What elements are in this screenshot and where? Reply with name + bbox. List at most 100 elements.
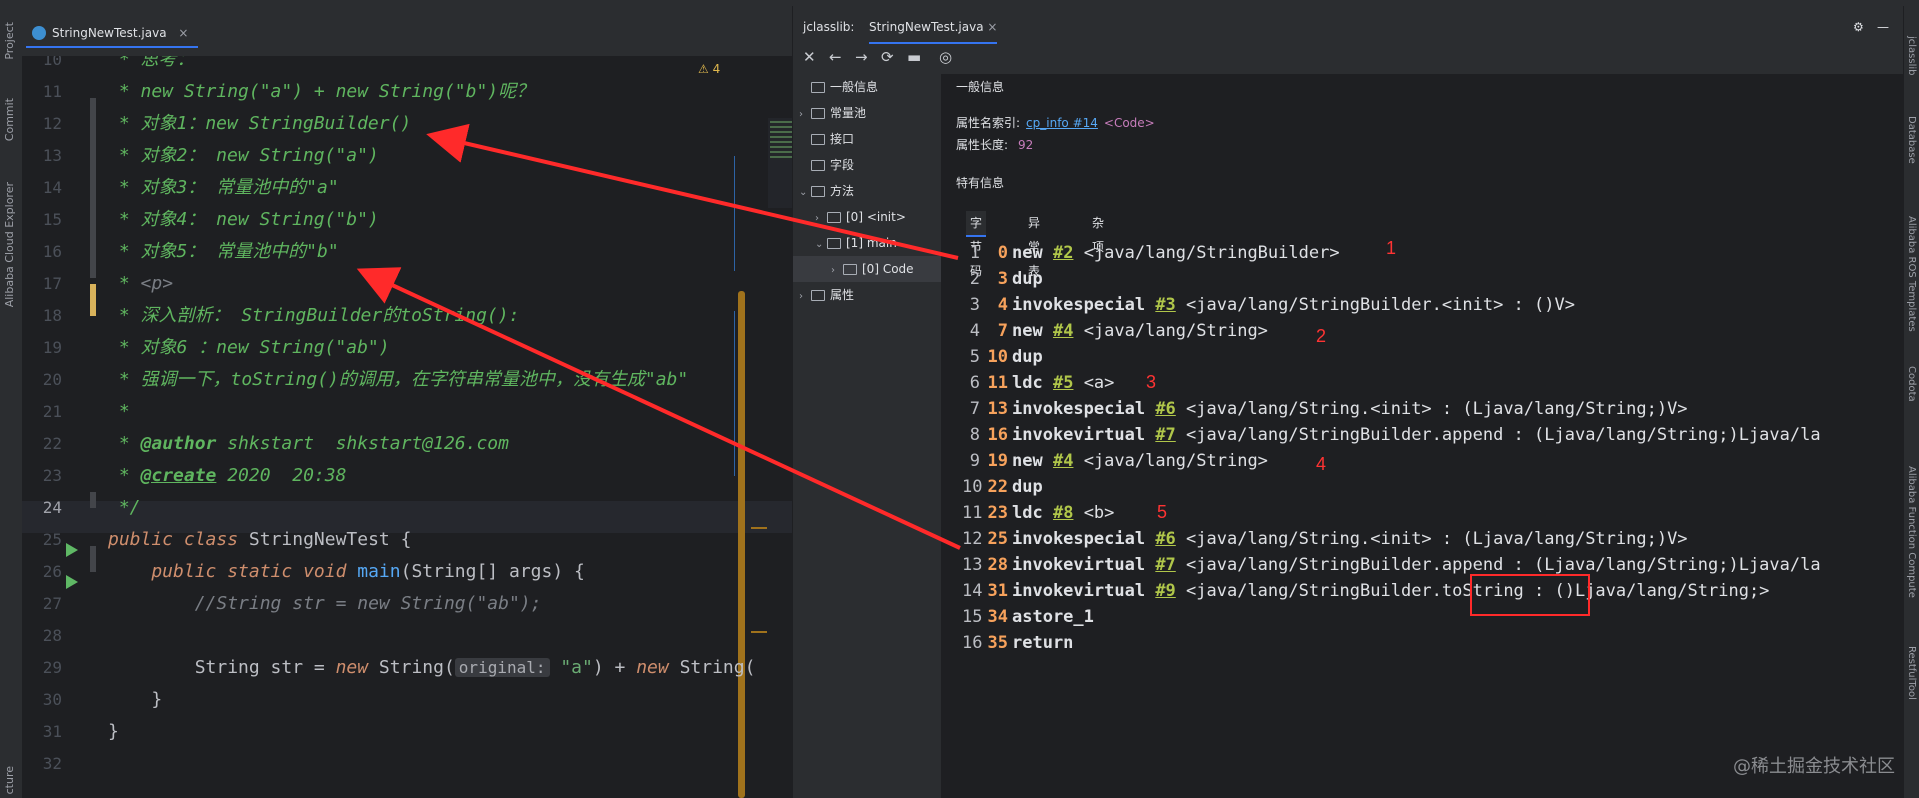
bytecode-line-number: 4 bbox=[969, 321, 980, 341]
bytecode-argument: <java/lang/String> bbox=[1073, 321, 1268, 341]
parameter-hint: original: bbox=[454, 658, 550, 677]
tree-item-interfaces[interactable]: 接口 bbox=[799, 126, 854, 152]
bytecode-opcode: invokespecial bbox=[1012, 295, 1146, 315]
attr-length-value: 92 bbox=[1018, 138, 1034, 152]
code-line: */ bbox=[108, 497, 141, 518]
tree-item-method-init[interactable]: › [0] <init> bbox=[815, 204, 906, 230]
code-line: * 强调一下，toString()的调用，在字符串常量池中，没有生成"ab" bbox=[108, 369, 689, 390]
bytecode-opcode: new bbox=[1012, 321, 1043, 341]
close-icon[interactable]: ✕ bbox=[803, 48, 816, 66]
tree-item-code[interactable]: › [0] Code bbox=[793, 256, 941, 282]
bytecode-line-number: 6 bbox=[969, 373, 980, 393]
bytecode-argument: <b> bbox=[1073, 503, 1115, 523]
refresh-icon[interactable]: ⟳ bbox=[881, 48, 894, 66]
tool-database[interactable]: Database bbox=[1906, 116, 1917, 164]
editor-scrollbar-thumb[interactable] bbox=[738, 291, 745, 798]
tree-item-label: [1] main bbox=[846, 236, 897, 250]
bytecode-row: 7 13 invokespecial #6 <java/lang/String.<i… bbox=[962, 396, 1688, 422]
minimize-icon[interactable]: — bbox=[1877, 12, 1889, 42]
tree-item-general[interactable]: 一般信息 bbox=[799, 74, 878, 100]
tool-structure[interactable]: cture bbox=[3, 766, 16, 794]
constant-pool-ref-link[interactable]: #7 bbox=[1155, 425, 1175, 445]
line-number: 22 bbox=[42, 434, 62, 453]
tab-misc[interactable]: 杂项 bbox=[1092, 211, 1104, 254]
web-icon[interactable]: ◎ bbox=[939, 48, 952, 66]
folder-icon bbox=[843, 264, 857, 275]
gutter-change-bar bbox=[90, 98, 96, 278]
javadoc-tag: @author bbox=[140, 433, 217, 454]
minimap[interactable] bbox=[768, 118, 792, 208]
editor-tab-stringnewtest[interactable]: StringNewTest.java × bbox=[26, 20, 199, 48]
code-token: { bbox=[389, 529, 412, 550]
tree-item-label: 字段 bbox=[830, 158, 855, 172]
forward-icon[interactable]: → bbox=[855, 48, 868, 66]
bytecode-opcode: return bbox=[1012, 633, 1074, 653]
code-token: * bbox=[108, 433, 141, 454]
annotation-label-4: 4 bbox=[1316, 454, 1327, 474]
tool-restfultool[interactable]: RestfulTool bbox=[1906, 646, 1917, 700]
tab-bytecode[interactable]: 字节码 bbox=[966, 211, 987, 278]
line-number: 14 bbox=[42, 178, 62, 197]
save-icon[interactable]: ▬ bbox=[907, 48, 921, 66]
bytecode-offset: 11 bbox=[987, 373, 1008, 393]
constant-pool-ref-link[interactable]: #6 bbox=[1155, 399, 1175, 419]
code-token: public class bbox=[108, 529, 249, 550]
code-line: * 对象1：new StringBuilder() bbox=[108, 113, 412, 134]
tool-commit[interactable]: Commit bbox=[3, 98, 16, 141]
tool-alibaba-function-compute[interactable]: Alibaba Function Compute bbox=[1906, 466, 1917, 598]
bytecode-row: 15 34 astore_1 bbox=[962, 604, 1094, 630]
tree-item-fields[interactable]: 字段 bbox=[799, 152, 854, 178]
bytecode-line-number: 1 bbox=[969, 243, 980, 263]
tool-codota[interactable]: Codota bbox=[1906, 366, 1917, 402]
constant-pool-ref-link[interactable]: #4 bbox=[1053, 451, 1073, 471]
code-line: * 对象5： 常量池中的"b" bbox=[108, 241, 339, 262]
bytecode-offset: 10 bbox=[987, 347, 1008, 367]
constant-pool-ref-link[interactable]: #6 bbox=[1155, 529, 1175, 549]
annotation-label-3: 3 bbox=[1146, 372, 1157, 392]
tool-alibaba-ros[interactable]: Alibaba ROS Templates bbox=[1906, 216, 1917, 332]
cp-info-link[interactable]: cp_info #14 bbox=[1026, 116, 1098, 130]
constant-pool-ref-link[interactable]: #4 bbox=[1053, 321, 1073, 341]
tree-item-label: 一般信息 bbox=[830, 80, 879, 94]
tab-stringnewtest-bytecode[interactable]: StringNewTest.java × bbox=[869, 12, 998, 44]
line-number: 29 bbox=[42, 658, 62, 677]
tab-jclasslib[interactable]: jclasslib: bbox=[803, 12, 854, 42]
line-number: 27 bbox=[42, 594, 62, 613]
tree-item-method-main[interactable]: ⌄ [1] main bbox=[815, 230, 897, 256]
constant-pool-ref-link[interactable]: #2 bbox=[1053, 243, 1073, 263]
run-main-icon[interactable] bbox=[66, 575, 78, 589]
gutter-change-bar bbox=[90, 284, 96, 316]
code-token: main bbox=[357, 561, 401, 582]
code-token: * bbox=[108, 465, 141, 486]
tree-item-constant-pool[interactable]: › 常量池 bbox=[799, 100, 866, 126]
indent-guide bbox=[734, 156, 735, 271]
gear-icon[interactable]: ⚙ bbox=[1853, 12, 1864, 42]
code-token: new bbox=[335, 657, 369, 678]
warning-indicator[interactable]: ⚠ 4 bbox=[698, 62, 720, 76]
highlight-box-tostring bbox=[1470, 574, 1590, 616]
code-editor[interactable]: ⚠ 4 10 11 12 13 14 15 16 17 18 19 20 21 … bbox=[22, 56, 792, 798]
bytecode-line-number: 9 bbox=[969, 451, 980, 471]
run-class-icon[interactable] bbox=[66, 543, 78, 557]
bytecode-row: 9 19 new #4 <java/lang/String> bbox=[962, 448, 1268, 474]
constant-pool-ref-link[interactable]: #3 bbox=[1155, 295, 1175, 315]
tool-project[interactable]: Project bbox=[3, 22, 16, 60]
constant-pool-ref-link[interactable]: #8 bbox=[1053, 503, 1073, 523]
constant-pool-ref-link[interactable]: #5 bbox=[1053, 373, 1073, 393]
tab-exception-table[interactable]: 异常表 bbox=[1028, 211, 1040, 278]
constant-pool-ref-link[interactable]: #7 bbox=[1155, 555, 1175, 575]
code-line: * 深入剖析： StringBuilder的toString(): bbox=[108, 305, 520, 326]
tool-jclasslib[interactable]: jclasslib bbox=[1906, 36, 1917, 76]
bytecode-offset: 28 bbox=[987, 555, 1008, 575]
watermark: @稀土掘金技术社区 bbox=[1733, 756, 1895, 777]
tool-alibaba-cloud-explorer[interactable]: Alibaba Cloud Explorer bbox=[3, 182, 16, 307]
constant-pool-ref-link[interactable]: #9 bbox=[1155, 581, 1175, 601]
close-icon[interactable]: × bbox=[987, 20, 997, 34]
back-icon[interactable]: ← bbox=[829, 48, 842, 66]
bytecode-row: 16 35 return bbox=[962, 630, 1073, 656]
close-icon[interactable]: × bbox=[178, 26, 188, 40]
tree-item-attributes[interactable]: › 属性 bbox=[799, 282, 854, 308]
javadoc-tag: @create bbox=[140, 465, 217, 486]
tree-item-methods[interactable]: ⌄ 方法 bbox=[799, 178, 854, 204]
line-number: 11 bbox=[42, 82, 62, 101]
